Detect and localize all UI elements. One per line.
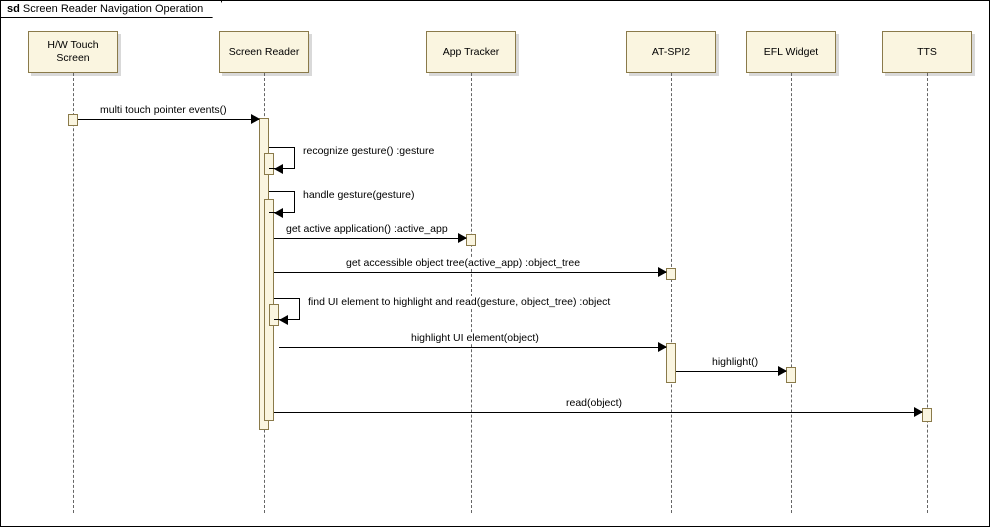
lifeline-line — [671, 73, 672, 513]
frame-title: Screen Reader Navigation Operation — [23, 3, 203, 15]
lifeline-widget: EFL Widget — [746, 31, 836, 73]
activation — [466, 234, 476, 246]
frame-prefix: sd — [7, 3, 20, 15]
lifeline-tracker: App Tracker — [426, 31, 516, 73]
lifeline-line — [791, 73, 792, 513]
message-get-object-tree: get accessible object tree(active_app) :… — [274, 265, 666, 279]
lifeline-line — [73, 73, 74, 513]
message-highlight: highlight() — [676, 364, 786, 378]
message-multi-touch: multi touch pointer events() — [78, 112, 259, 126]
lifeline-atspi: AT-SPI2 — [626, 31, 716, 73]
activation — [786, 367, 796, 383]
lifeline-tts: TTS — [882, 31, 972, 73]
lifeline-line — [927, 73, 928, 513]
sequence-diagram-frame: sd Screen Reader Navigation Operation H/… — [0, 0, 990, 527]
activation — [666, 268, 676, 280]
message-highlight-element: highlight UI element(object) — [279, 340, 666, 354]
lifeline-touch: H/W Touch Screen — [28, 31, 118, 73]
activation — [68, 114, 78, 126]
activation — [666, 343, 676, 383]
lifeline-reader: Screen Reader — [219, 31, 309, 73]
frame-title-tab: sd Screen Reader Navigation Operation — [1, 1, 222, 18]
message-read: read(object) — [274, 405, 922, 419]
lifeline-line — [471, 73, 472, 513]
activation — [922, 408, 932, 422]
message-get-active-app: get active application() :active_app — [274, 231, 466, 245]
